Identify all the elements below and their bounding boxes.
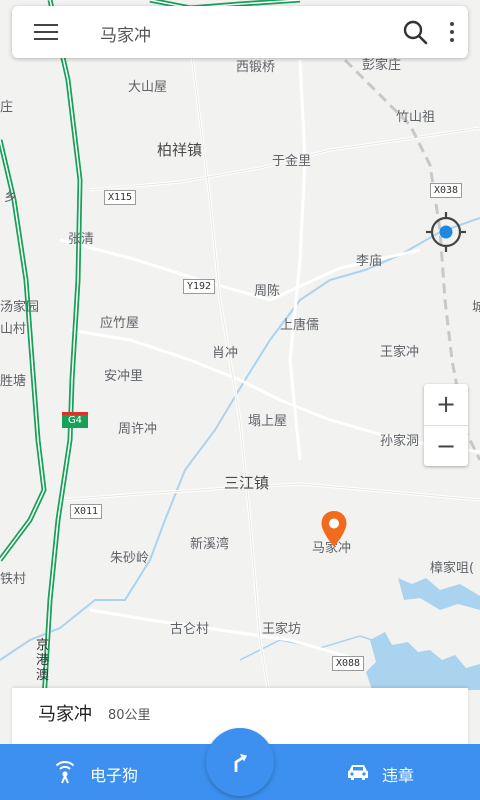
place-label: 李庙 (356, 254, 383, 269)
place-label: 城 (472, 300, 480, 315)
search-icon[interactable] (402, 19, 428, 45)
place-label: 汤家园 (0, 300, 40, 315)
place-label: 安冲里 (104, 369, 144, 384)
place-label: 大山屋 (128, 80, 168, 95)
route-button[interactable] (206, 728, 274, 796)
road-tag: X038 (430, 183, 463, 198)
place-label: 王家冲 (380, 345, 420, 360)
road-tag: Y192 (183, 279, 216, 294)
place-label: 王家坊 (262, 622, 302, 637)
radar-icon (55, 761, 75, 784)
place-label: 应竹屋 (100, 316, 140, 331)
place-label: 乡 (4, 190, 18, 205)
place-label: 周许冲 (118, 422, 158, 437)
place-label: 塌上屋 (248, 414, 288, 429)
place-label: 于金里 (272, 154, 312, 169)
more-vert-icon[interactable] (446, 20, 458, 44)
search-query[interactable]: 马家冲 (100, 21, 151, 46)
road-tag: X011 (70, 504, 103, 519)
route-arrow-icon (234, 754, 247, 772)
place-label: 西锻桥 (236, 60, 276, 75)
expressway-shield: G4 (62, 412, 88, 428)
place-label-town: 柏祥镇 (157, 141, 203, 159)
car-icon (348, 765, 368, 780)
tab-violations[interactable]: 违章 (344, 744, 454, 800)
place-label: 胜塘 (0, 374, 27, 389)
place-label: 肖冲 (212, 346, 239, 361)
menu-icon[interactable] (34, 23, 58, 41)
place-label: 朱砂岭 (110, 551, 150, 566)
expressway-name: 京港澳 (36, 638, 50, 683)
tab-label: 电子狗 (90, 766, 139, 785)
tab-label: 违章 (382, 766, 415, 785)
my-location-icon[interactable] (424, 210, 468, 254)
map-pin-icon[interactable] (320, 510, 348, 548)
place-distance: 80公里 (108, 708, 151, 723)
place-label: 竹山祖 (396, 110, 436, 125)
tab-electronic-dog[interactable]: 电子狗 (50, 744, 180, 800)
place-label: 山村 (0, 322, 27, 337)
place-label: 樟家咀( (430, 561, 475, 576)
place-label: 铁村 (0, 572, 27, 587)
place-label-town: 三江镇 (224, 474, 270, 492)
place-label: 新溪湾 (190, 537, 230, 552)
place-label: 周陈 (254, 284, 281, 299)
road-tag: X088 (332, 656, 365, 671)
place-name: 马家冲 (38, 704, 92, 725)
place-label: 孙家洞 (380, 434, 420, 449)
search-bar: 马家冲 (12, 6, 468, 58)
road-tag: X115 (104, 190, 137, 205)
plus-icon[interactable]: + (424, 384, 468, 424)
zoom-control: + − (424, 384, 468, 466)
minus-icon[interactable]: − (424, 426, 468, 466)
place-label: 古仑村 (170, 622, 210, 637)
place-label: 庄 (0, 100, 14, 115)
place-label: 张清 (68, 232, 95, 247)
place-label: 上唐儒 (280, 318, 320, 333)
